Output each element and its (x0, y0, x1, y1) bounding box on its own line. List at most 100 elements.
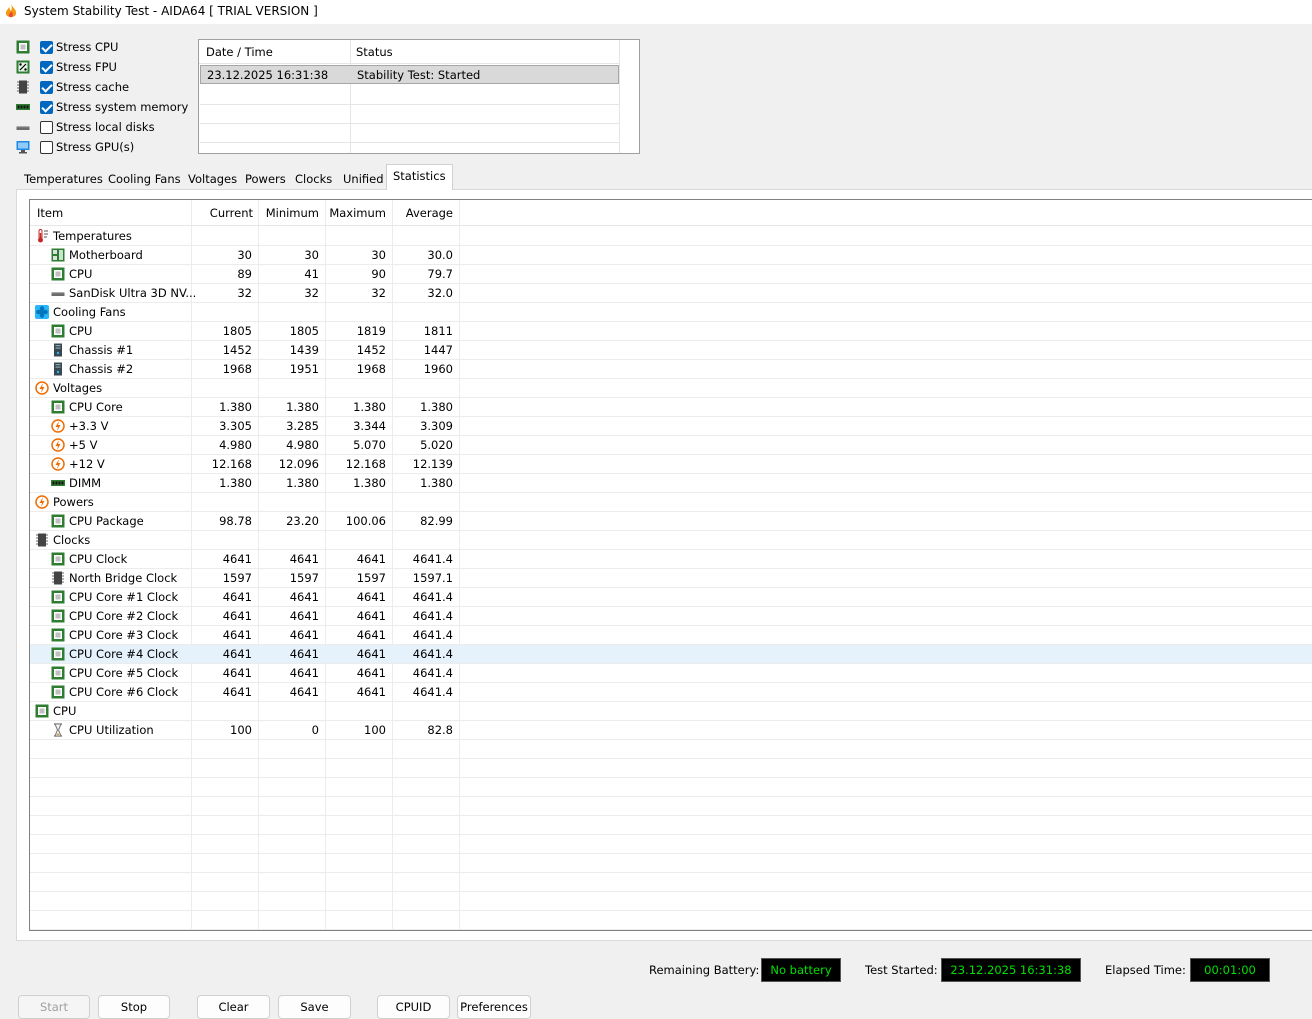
header-average[interactable]: Average (392, 206, 453, 220)
table-row[interactable]: Chassis #1 1452 1439 1452 1447 (30, 341, 1312, 360)
table-row[interactable]: +12 V 12.168 12.096 12.168 12.139 (30, 455, 1312, 474)
stress-option-label[interactable]: Stress FPU (56, 60, 117, 74)
current-value: 12.168 (211, 457, 252, 471)
table-row[interactable]: CPU Core #3 Clock 4641 4641 4641 4641.4 (30, 626, 1312, 645)
elapsed-time-label: Elapsed Time: (1105, 963, 1186, 977)
table-row[interactable]: +3.3 V 3.305 3.285 3.344 3.309 (30, 417, 1312, 436)
cpuid-button[interactable]: CPUID (377, 995, 450, 1019)
table-row[interactable]: CPU Core #4 Clock 4641 4641 4641 4641.4 (30, 645, 1312, 664)
status-log-header: Date / Time Status (199, 40, 619, 64)
start-button[interactable]: Start (18, 995, 90, 1019)
stress-option-label[interactable]: Stress GPU(s) (56, 140, 134, 154)
tab-voltages[interactable]: Voltages (188, 168, 237, 190)
group-row[interactable]: Cooling Fans (30, 303, 1312, 322)
stress-checkbox[interactable] (40, 61, 53, 74)
stress-option[interactable]: Stress GPU(s) (14, 138, 194, 158)
column-divider (619, 40, 620, 153)
group-row[interactable]: Clocks (30, 531, 1312, 550)
table-row[interactable]: CPU 1805 1805 1819 1811 (30, 322, 1312, 341)
tab-temperatures[interactable]: Temperatures (24, 168, 103, 190)
stress-option-label[interactable]: Stress system memory (56, 100, 188, 114)
table-row[interactable]: +5 V 4.980 4.980 5.070 5.020 (30, 436, 1312, 455)
statistics-table[interactable]: Item Current Minimum Maximum Average Tem… (29, 199, 1312, 931)
maximum-value: 100.06 (345, 514, 386, 528)
clear-button[interactable]: Clear (197, 995, 270, 1019)
maximum-value: 12.168 (345, 457, 386, 471)
item-label: CPU Utilization (69, 723, 154, 737)
table-row[interactable]: Chassis #2 1968 1951 1968 1960 (30, 360, 1312, 379)
empty-row (30, 759, 1312, 778)
header-minimum[interactable]: Minimum (258, 206, 319, 220)
average-value: 4641.4 (412, 552, 453, 566)
item-label: CPU Core (69, 400, 123, 414)
item-label: Chassis #2 (69, 362, 134, 376)
minimum-value: 0 (311, 723, 319, 737)
minimum-value: 41 (304, 267, 319, 281)
average-value: 1447 (423, 343, 453, 357)
current-value: 1452 (222, 343, 252, 357)
cpu-chip-icon (51, 609, 65, 623)
item-label: SanDisk Ultra 3D NV... (69, 286, 197, 300)
table-row[interactable]: CPU Utilization 100 0 100 82.8 (30, 721, 1312, 740)
tab-cooling-fans[interactable]: Cooling Fans (108, 168, 181, 190)
tab-statistics[interactable]: Statistics (386, 164, 453, 190)
minimum-value: 23.20 (286, 514, 319, 528)
table-row[interactable]: DIMM 1.380 1.380 1.380 1.380 (30, 474, 1312, 493)
header-current[interactable]: Current (191, 206, 253, 220)
group-row[interactable]: CPU (30, 702, 1312, 721)
chassis-icon (51, 343, 65, 357)
header-maximum[interactable]: Maximum (325, 206, 386, 220)
stress-option[interactable]: Stress CPU (14, 38, 194, 58)
average-value: 3.309 (420, 419, 453, 433)
fpu-icon (16, 60, 32, 74)
tab-clocks[interactable]: Clocks (295, 168, 332, 190)
minimum-value: 30 (304, 248, 319, 262)
table-row[interactable]: CPU Clock 4641 4641 4641 4641.4 (30, 550, 1312, 569)
header-status[interactable]: Status (356, 45, 393, 59)
table-row[interactable]: North Bridge Clock 1597 1597 1597 1597.1 (30, 569, 1312, 588)
status-log-row[interactable]: 23.12.2025 16:31:38 Stability Test: Star… (200, 65, 619, 84)
stress-option-label[interactable]: Stress CPU (56, 40, 118, 54)
table-row[interactable]: SanDisk Ultra 3D NV... 32 32 32 32.0 (30, 284, 1312, 303)
table-row[interactable]: CPU Core 1.380 1.380 1.380 1.380 (30, 398, 1312, 417)
header-datetime[interactable]: Date / Time (206, 45, 273, 59)
current-value: 30 (237, 248, 252, 262)
stress-checkbox[interactable] (40, 41, 53, 54)
stress-checkbox[interactable] (40, 121, 53, 134)
group-row[interactable]: Powers (30, 493, 1312, 512)
save-button[interactable]: Save (278, 995, 351, 1019)
stress-checkbox[interactable] (40, 101, 53, 114)
table-row[interactable]: Motherboard 30 30 30 30.0 (30, 246, 1312, 265)
empty-row (30, 778, 1312, 797)
average-value: 79.7 (427, 267, 453, 281)
group-label: Voltages (53, 381, 103, 395)
header-item[interactable]: Item (37, 206, 63, 220)
table-row[interactable]: CPU Core #2 Clock 4641 4641 4641 4641.4 (30, 607, 1312, 626)
table-row[interactable]: CPU Core #6 Clock 4641 4641 4641 4641.4 (30, 683, 1312, 702)
stop-button[interactable]: Stop (98, 995, 170, 1019)
table-row[interactable]: CPU Package 98.78 23.20 100.06 82.99 (30, 512, 1312, 531)
stress-option[interactable]: Stress FPU (14, 58, 194, 78)
group-row[interactable]: Temperatures (30, 227, 1312, 246)
cpu-chip-icon (51, 324, 65, 338)
table-row[interactable]: CPU Core #5 Clock 4641 4641 4641 4641.4 (30, 664, 1312, 683)
preferences-button[interactable]: Preferences (457, 995, 531, 1019)
tab-powers[interactable]: Powers (245, 168, 286, 190)
stress-option-label[interactable]: Stress cache (56, 80, 129, 94)
stress-option[interactable]: Stress cache (14, 78, 194, 98)
current-value: 1.380 (219, 476, 252, 490)
stress-option-label[interactable]: Stress local disks (56, 120, 155, 134)
item-label: Chassis #1 (69, 343, 134, 357)
group-row[interactable]: Voltages (30, 379, 1312, 398)
stress-checkbox[interactable] (40, 81, 53, 94)
stress-option[interactable]: Stress system memory (14, 98, 194, 118)
stress-checkbox[interactable] (40, 141, 53, 154)
status-log[interactable]: Date / Time Status 23.12.2025 16:31:38 S… (198, 39, 640, 154)
tab-unified[interactable]: Unified (343, 168, 384, 190)
log-datetime: 23.12.2025 16:31:38 (207, 68, 329, 82)
minimum-value: 1805 (289, 324, 319, 338)
maximum-value: 4641 (356, 609, 386, 623)
table-row[interactable]: CPU 89 41 90 79.7 (30, 265, 1312, 284)
table-row[interactable]: CPU Core #1 Clock 4641 4641 4641 4641.4 (30, 588, 1312, 607)
stress-option[interactable]: Stress local disks (14, 118, 194, 138)
